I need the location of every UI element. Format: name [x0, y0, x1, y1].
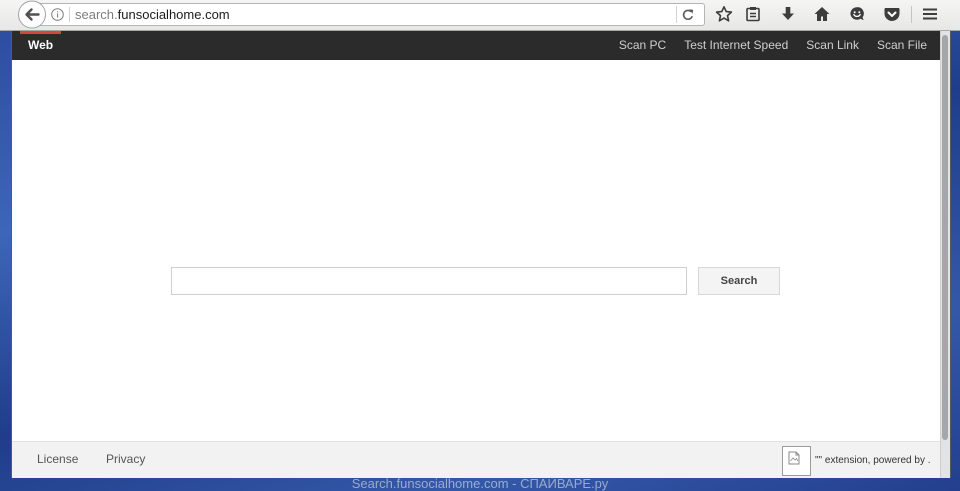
nav-link-scan-link[interactable]: Scan Link	[806, 31, 859, 60]
footer-link-privacy[interactable]: Privacy	[106, 441, 145, 478]
nav-links: Scan PC Test Internet Speed Scan Link Sc…	[12, 31, 927, 60]
search-input[interactable]	[171, 267, 687, 295]
url-domain: funsocialhome.com	[117, 7, 230, 22]
info-icon[interactable]	[51, 8, 64, 21]
watermark-text: Search.funsocialhome.com - СПАЙВАРЕ.ру	[351, 476, 609, 491]
back-button[interactable]	[17, 0, 47, 29]
reading-list-icon[interactable]	[744, 5, 762, 23]
nav-link-scan-pc[interactable]: Scan PC	[619, 31, 666, 60]
main-content	[12, 60, 940, 441]
extension-credit-text: "" extension, powered by .	[815, 455, 931, 466]
reload-separator	[676, 6, 677, 23]
search-button[interactable]: Search	[698, 267, 780, 295]
toolbar-separator	[911, 6, 912, 23]
url-prefix: search.	[75, 7, 118, 22]
nav-link-test-internet-speed[interactable]: Test Internet Speed	[684, 31, 788, 60]
home-icon[interactable]	[813, 5, 831, 23]
url-text[interactable]: search.funsocialhome.com	[75, 3, 230, 26]
scrollbar-thumb[interactable]	[942, 35, 948, 440]
url-separator	[69, 7, 70, 22]
footer-link-license[interactable]: License	[37, 441, 78, 478]
extension-image	[782, 446, 811, 476]
broken-image-icon	[788, 451, 800, 465]
bookmark-star-icon[interactable]	[715, 5, 733, 23]
pocket-icon[interactable]	[883, 5, 901, 23]
menu-icon[interactable]	[921, 5, 939, 23]
reload-icon[interactable]	[681, 8, 695, 22]
download-icon[interactable]	[779, 5, 797, 23]
hello-icon[interactable]	[848, 5, 866, 23]
nav-link-scan-file[interactable]: Scan File	[877, 31, 927, 60]
